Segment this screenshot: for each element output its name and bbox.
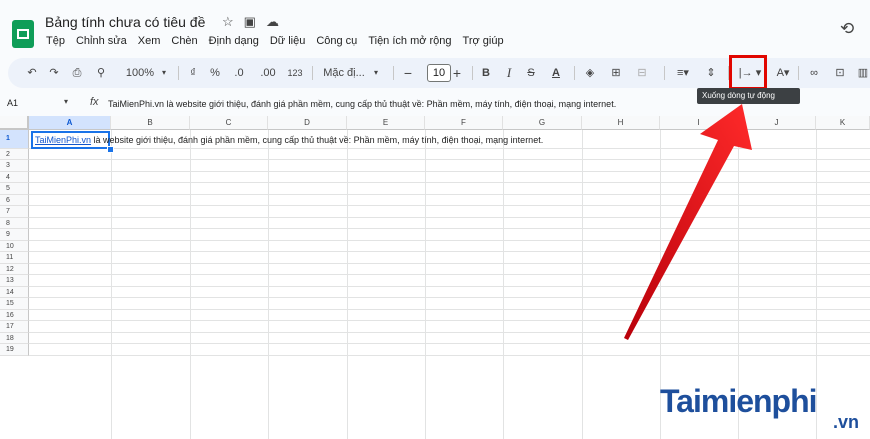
annotation-arrow: [624, 104, 752, 340]
watermark-suffix: .vn: [833, 412, 860, 432]
watermark-logo: Taimienphi: [660, 383, 818, 419]
